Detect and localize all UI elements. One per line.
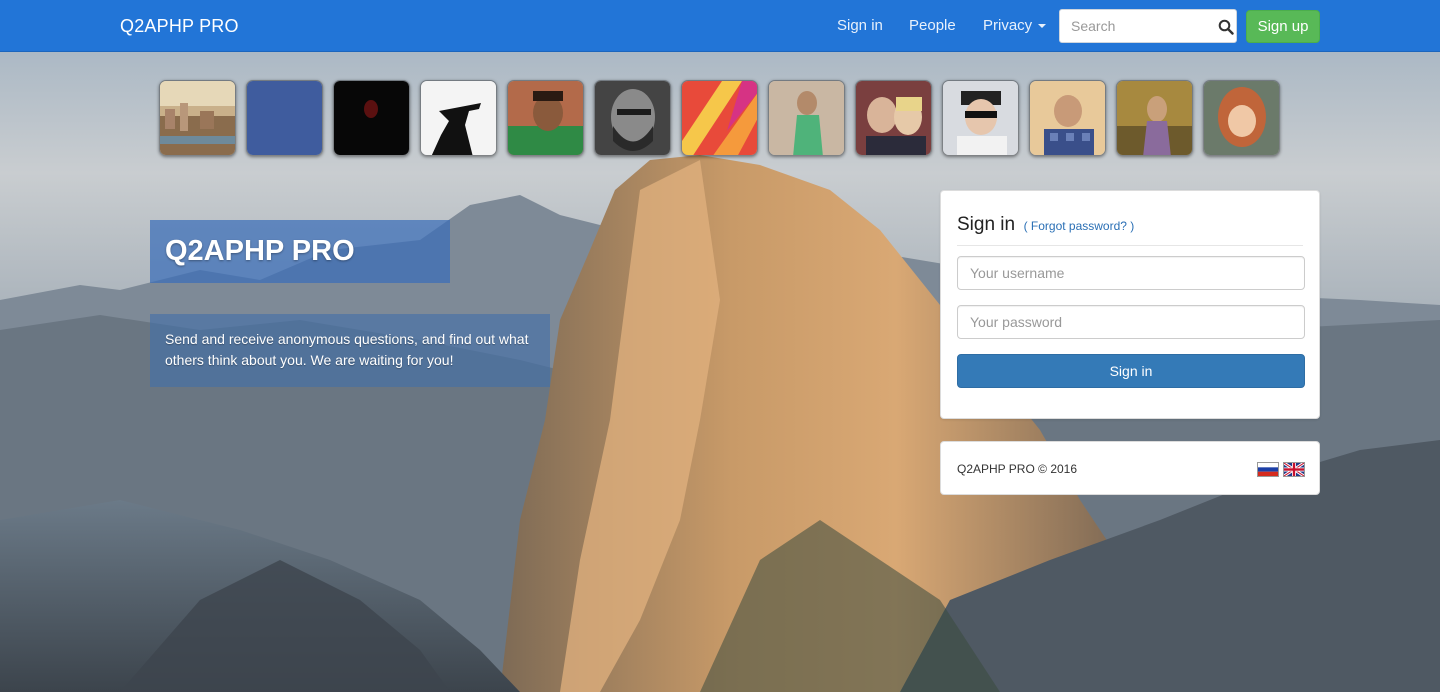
- avatar-blue-default[interactable]: [246, 80, 323, 156]
- password-input[interactable]: [958, 306, 1304, 338]
- avatar-dark-red[interactable]: [333, 80, 410, 156]
- username-field[interactable]: [957, 256, 1305, 290]
- russian-flag-icon[interactable]: [1257, 462, 1279, 477]
- avatar-colorful-stripes[interactable]: [681, 80, 758, 156]
- signin-title: Sign in: [957, 214, 1016, 235]
- hero-title: Q2APHP PRO: [150, 220, 450, 283]
- avatar-couple[interactable]: [855, 80, 932, 156]
- avatar-woman-green-dress[interactable]: [768, 80, 845, 156]
- hero-description: Send and receive anonymous questions, an…: [150, 314, 550, 387]
- username-input[interactable]: [958, 257, 1304, 289]
- avatar-man-green[interactable]: [507, 80, 584, 156]
- copyright-text: Q2APHP PRO © 2016: [957, 462, 1078, 476]
- nav-privacy-dropdown[interactable]: Privacy: [983, 0, 1047, 52]
- avatar-guy-sunglasses[interactable]: [942, 80, 1019, 156]
- avatar-boy-checkered[interactable]: [1029, 80, 1106, 156]
- top-navbar: Q2APHP PRO Sign in People Privacy Sign u…: [0, 0, 1440, 52]
- avatar-man-outdoors[interactable]: [1116, 80, 1193, 156]
- forgot-password-link[interactable]: ( Forgot password? ): [1024, 219, 1135, 233]
- avatar-silhouette-hat[interactable]: [420, 80, 497, 156]
- footer-panel: Q2APHP PRO © 2016: [940, 441, 1320, 495]
- signin-button[interactable]: Sign in: [957, 354, 1305, 388]
- english-flag-icon[interactable]: [1283, 462, 1305, 477]
- search-input[interactable]: [1060, 10, 1210, 42]
- nav-people-link[interactable]: People: [909, 0, 956, 52]
- signup-button[interactable]: Sign up: [1246, 10, 1320, 43]
- nav-privacy-label: Privacy: [983, 17, 1033, 34]
- password-field[interactable]: [957, 305, 1305, 339]
- search-field[interactable]: [1059, 9, 1237, 43]
- signin-panel-header: Sign in ( Forgot password? ): [957, 214, 1303, 246]
- signin-panel: Sign in ( Forgot password? ) Sign in: [940, 190, 1320, 419]
- avatar-city[interactable]: [159, 80, 236, 156]
- search-icon[interactable]: [1218, 19, 1234, 35]
- brand-logo[interactable]: Q2APHP PRO: [120, 0, 239, 52]
- nav-signin-link[interactable]: Sign in: [837, 0, 883, 52]
- caret-down-icon: [1038, 24, 1047, 29]
- avatar-little-girl[interactable]: [1203, 80, 1280, 156]
- avatar-bearded-man[interactable]: [594, 80, 671, 156]
